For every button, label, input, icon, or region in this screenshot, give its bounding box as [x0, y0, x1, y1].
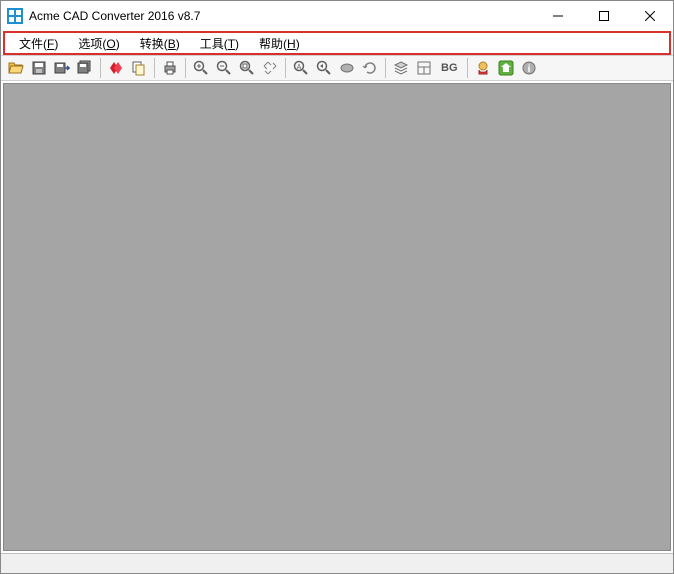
statusbar [1, 553, 673, 573]
svg-text:A: A [297, 64, 302, 71]
maximize-button[interactable] [581, 1, 627, 31]
regen-icon[interactable] [359, 57, 381, 79]
svg-text:i: i [527, 64, 530, 75]
separator [100, 58, 101, 78]
separator [185, 58, 186, 78]
print-icon[interactable] [159, 57, 181, 79]
background-color-button[interactable]: BG [436, 57, 463, 79]
pan-icon[interactable] [336, 57, 358, 79]
titlebar: Acme CAD Converter 2016 v8.7 [1, 1, 673, 31]
separator [385, 58, 386, 78]
main-window: Acme CAD Converter 2016 v8.7 文件(F) 选项(O)… [0, 0, 674, 574]
close-button[interactable] [627, 1, 673, 31]
menu-options[interactable]: 选项(O) [68, 33, 129, 54]
separator [285, 58, 286, 78]
window-title: Acme CAD Converter 2016 v8.7 [29, 9, 535, 23]
menu-convert[interactable]: 转换(B) [130, 33, 190, 54]
menu-tools[interactable]: 工具(T) [190, 33, 249, 54]
menu-file[interactable]: 文件(F) [9, 33, 68, 54]
toolbar: A BG i [1, 55, 673, 81]
save-as-icon[interactable] [51, 57, 73, 79]
separator [154, 58, 155, 78]
separator [467, 58, 468, 78]
app-icon [7, 8, 23, 24]
zoom-in-icon[interactable] [190, 57, 212, 79]
zoom-all-icon[interactable]: A [290, 57, 312, 79]
window-controls [535, 1, 673, 31]
menubar: 文件(F) 选项(O) 转换(B) 工具(T) 帮助(H) [3, 31, 671, 55]
home-icon[interactable] [495, 57, 517, 79]
save-icon[interactable] [28, 57, 50, 79]
open-icon[interactable] [5, 57, 27, 79]
menu-help[interactable]: 帮助(H) [249, 33, 310, 54]
minimize-button[interactable] [535, 1, 581, 31]
batch-icon[interactable] [105, 57, 127, 79]
drawing-canvas[interactable] [3, 83, 671, 551]
zoom-out-icon[interactable] [213, 57, 235, 79]
about-icon[interactable]: i [518, 57, 540, 79]
zoom-window-icon[interactable] [236, 57, 258, 79]
zoom-previous-icon[interactable] [313, 57, 335, 79]
layouts-icon[interactable] [413, 57, 435, 79]
zoom-extents-icon[interactable] [259, 57, 281, 79]
layers-icon[interactable] [390, 57, 412, 79]
help-icon[interactable] [472, 57, 494, 79]
copy-icon[interactable] [128, 57, 150, 79]
save-all-icon[interactable] [74, 57, 96, 79]
